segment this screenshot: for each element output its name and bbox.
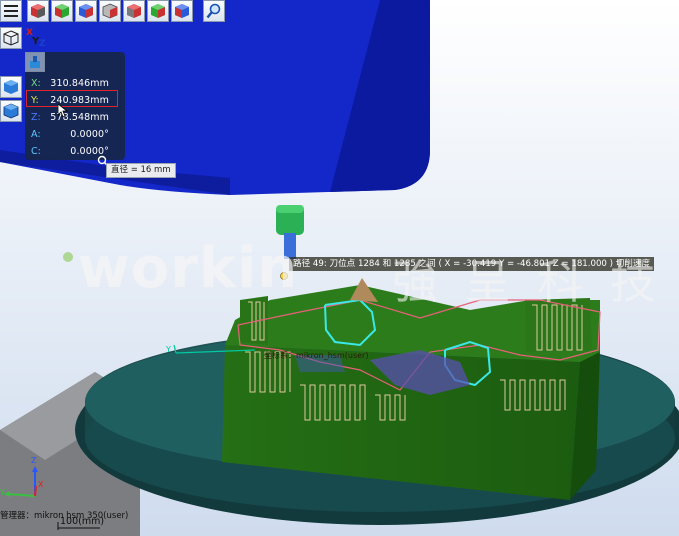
coord-row-a: A: 0.0000° bbox=[25, 126, 125, 143]
menu-button[interactable] bbox=[0, 0, 22, 22]
view-wireframe-box-icon bbox=[102, 3, 118, 19]
axis-mini-z: Z bbox=[39, 39, 46, 49]
y-value-highlight-box bbox=[26, 90, 118, 107]
coord-row-c: C: 0.0000° bbox=[25, 143, 125, 160]
coord-label: A: bbox=[31, 129, 41, 140]
view-bottom-blue-cube-icon bbox=[175, 4, 189, 18]
triad-y-label: Y bbox=[0, 488, 5, 497]
coord-row-z: Z: 578.548mm bbox=[25, 109, 125, 126]
view-front-button[interactable] bbox=[51, 0, 73, 22]
hamburger-menu-icon bbox=[4, 5, 18, 17]
svg-text:Y: Y bbox=[165, 345, 171, 354]
view-wireframe-button[interactable] bbox=[99, 0, 121, 22]
tool-diameter-tooltip: 直径 = 16 mm bbox=[106, 163, 176, 178]
view-top-blue-cube-icon bbox=[79, 4, 93, 18]
shaded-view-button[interactable] bbox=[0, 76, 22, 98]
blue-cube-icon bbox=[4, 80, 18, 94]
triad-x-label: X bbox=[38, 480, 44, 489]
view-right-red-cube-icon bbox=[127, 4, 141, 18]
view-iso-button[interactable] bbox=[27, 0, 49, 22]
view-cube-button[interactable] bbox=[0, 27, 22, 49]
view-right-button[interactable] bbox=[123, 0, 145, 22]
watermark-text-right: 強 呈 科 技 bbox=[392, 255, 662, 309]
scale-bar-label: 100(mm) bbox=[60, 516, 105, 527]
coord-value: 310.846mm bbox=[50, 78, 109, 89]
watermark-text-left: workin bbox=[78, 236, 299, 301]
view-back-button[interactable] bbox=[147, 0, 169, 22]
shaded-edges-button[interactable] bbox=[0, 100, 22, 122]
view-back-green-cube-icon bbox=[151, 4, 165, 18]
view-front-green-cube-icon bbox=[55, 4, 69, 18]
coord-value: 0.0000° bbox=[70, 129, 109, 140]
view-iso-red-cube-icon bbox=[31, 4, 45, 18]
zoom-fit-magnifier-icon bbox=[206, 3, 221, 19]
machine-part-icon bbox=[30, 56, 40, 68]
coord-label: X: bbox=[31, 78, 41, 89]
triad-z-label: Z bbox=[31, 456, 37, 465]
coord-label: C: bbox=[31, 146, 41, 157]
axis-mini-indicator: X Y Z bbox=[25, 27, 47, 49]
view-bottom-button[interactable] bbox=[171, 0, 193, 22]
coord-label: Z: bbox=[31, 112, 41, 123]
mouse-cursor-icon bbox=[58, 104, 68, 118]
zoom-fit-button[interactable] bbox=[203, 0, 225, 22]
view-top-button[interactable] bbox=[75, 0, 97, 22]
blue-cube-edges-icon bbox=[3, 103, 19, 119]
machine-view-button[interactable] bbox=[25, 52, 45, 72]
wireframe-cube-icon bbox=[3, 30, 19, 46]
work-coordinate-label: 坐标系：mikron_hsm(user) bbox=[264, 351, 369, 360]
